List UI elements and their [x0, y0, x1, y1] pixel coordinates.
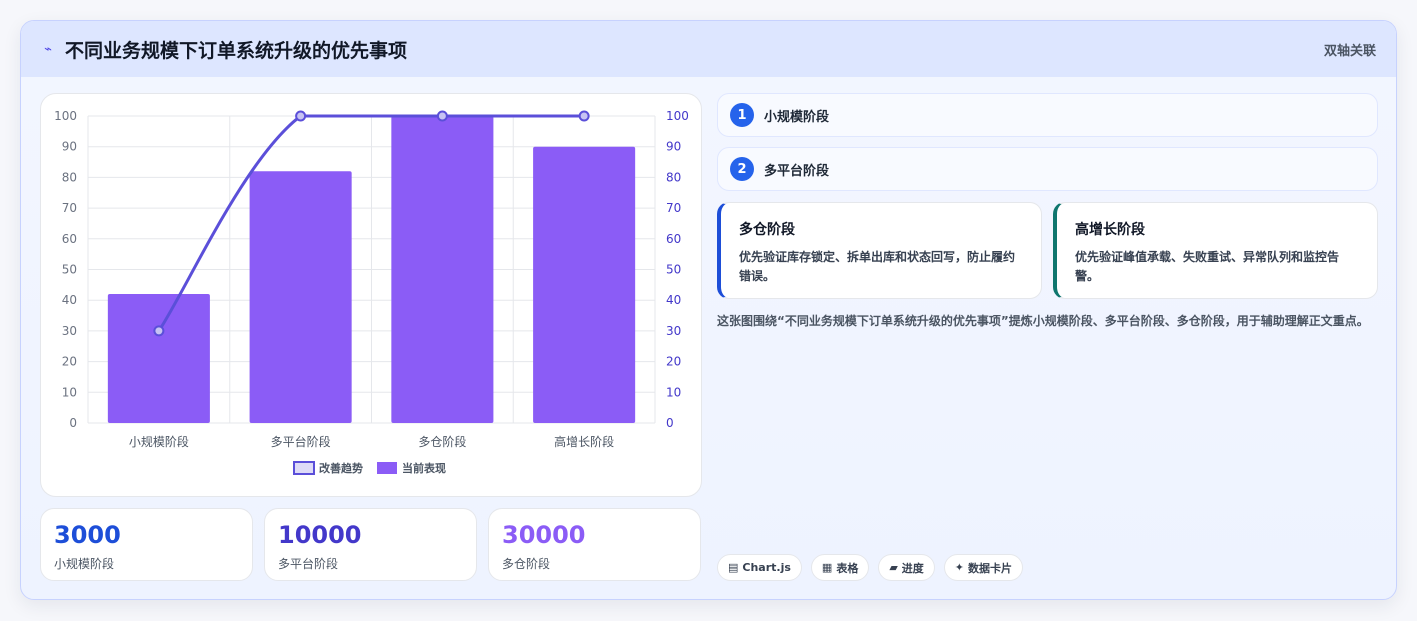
y-right-tick-label: 10 [666, 385, 681, 399]
bar [533, 146, 636, 423]
y-left-tick-label: 30 [62, 324, 77, 338]
y-right-tick-label: 30 [666, 324, 681, 338]
info-card-desc: 优先验证库存锁定、拆单出库和状态回写，防止履约错误。 [739, 250, 1016, 283]
stat-label: 多仓阶段 [502, 557, 551, 571]
y-right-tick-label: 70 [666, 201, 681, 215]
step-item-2[interactable]: 2 多平台阶段 [717, 147, 1378, 191]
chart-summary: 这张图围绕“不同业务规模下订单系统升级的优先事项”提炼小规模阶段、多平台阶段、多… [717, 314, 1369, 328]
stat-label: 多平台阶段 [278, 557, 339, 571]
step-number-badge: 2 [730, 157, 754, 181]
info-card-title: 高增长阶段 [1075, 222, 1145, 238]
y-left-tick-label: 10 [62, 385, 77, 399]
y-left-tick-label: 0 [69, 416, 77, 430]
x-tick-label: 多平台阶段 [271, 434, 331, 449]
step-number-badge: 1 [730, 103, 754, 127]
legend-swatch-trend [293, 461, 315, 475]
stat-card-small: 3000 小规模阶段 [40, 508, 253, 581]
stat-value: 30000 [502, 521, 586, 549]
y-left-tick-label: 40 [62, 293, 77, 307]
chart-container: 0 10 20 30 40 50 60 70 80 90 100 0 10 20 30 40 50 60 70 80 9… [40, 93, 702, 497]
info-card-multi-warehouse: 多仓阶段 优先验证库存锁定、拆单出库和状态回写，防止履约错误。 [717, 202, 1042, 299]
stat-card-multi-platform: 10000 多平台阶段 [264, 508, 477, 581]
step-label: 小规模阶段 [764, 109, 830, 125]
y-right-tick-label: 60 [666, 232, 681, 246]
trend-icon: ⌁ [44, 41, 52, 57]
legend-swatch-bar [377, 462, 397, 474]
x-tick-label: 高增长阶段 [554, 434, 614, 449]
y-left-tick-label: 20 [62, 355, 77, 369]
y-right-tick-label: 20 [666, 355, 681, 369]
pill-data-card[interactable]: ✦ 数据卡片 [943, 554, 1024, 581]
y-left-tick-label: 50 [62, 263, 77, 277]
pill-label: 数据卡片 [968, 561, 1013, 575]
y-right-tick-label: 50 [666, 263, 681, 277]
feature-pills: ▤ Chart.js ▦ 表格 ▰ 进度 ✦ 数据卡片 [717, 554, 1024, 581]
table-icon: ▦ [821, 561, 833, 574]
pill-label: 表格 [836, 561, 859, 575]
dual-axis-chart: 0 10 20 30 40 50 60 70 80 90 100 0 10 20 30 40 50 60 70 80 9… [54, 109, 689, 475]
y-right-tick-label: 90 [666, 140, 681, 154]
y-left-tick-label: 70 [62, 201, 77, 215]
page-title: 不同业务规模下订单系统升级的优先事项 [65, 39, 408, 62]
stat-label: 小规模阶段 [54, 557, 115, 571]
bar [107, 294, 210, 423]
y-right-tick-label: 80 [666, 170, 681, 184]
pill-table[interactable]: ▦ 表格 [810, 554, 870, 581]
step-item-1[interactable]: 1 小规模阶段 [717, 93, 1378, 137]
bar [249, 171, 352, 423]
y-left-tick-label: 60 [62, 232, 77, 246]
stat-value: 3000 [54, 521, 121, 549]
y-left-tick-label: 80 [62, 170, 77, 184]
stat-value: 10000 [278, 521, 362, 549]
info-card-high-growth: 高增长阶段 优先验证峰值承载、失败重试、异常队列和监控告警。 [1053, 202, 1378, 299]
chart-icon: ▤ [728, 561, 739, 574]
pill-chartjs[interactable]: ▤ Chart.js [717, 554, 802, 581]
info-card-title: 多仓阶段 [739, 222, 795, 238]
y-left-tick-label: 90 [62, 140, 77, 154]
pill-progress[interactable]: ▰ 进度 [878, 554, 935, 581]
stat-card-multi-warehouse: 30000 多仓阶段 [488, 508, 701, 581]
trend-point [295, 110, 307, 122]
info-card-desc: 优先验证峰值承载、失败重试、异常队列和监控告警。 [1075, 250, 1340, 283]
pill-label: 进度 [901, 561, 924, 575]
y-right-tick-label: 0 [666, 416, 674, 430]
chart-type-tag: 双轴关联 [1323, 43, 1376, 59]
progress-icon: ▰ [889, 561, 898, 574]
x-tick-label: 小规模阶段 [129, 434, 189, 449]
main-card: ⌁ 不同业务规模下订单系统升级的优先事项 双轴关联 0 10 20 30 40 50 60 7… [20, 20, 1397, 600]
card-header: ⌁ 不同业务规模下订单系统升级的优先事项 双轴关联 [21, 21, 1396, 77]
y-left-tick-label: 100 [54, 109, 77, 123]
bar [391, 116, 494, 423]
pill-label: Chart.js [742, 561, 791, 574]
legend-label: 改善趋势 [319, 461, 363, 475]
trend-point [153, 325, 165, 337]
y-right-tick-label: 100 [666, 109, 689, 123]
trend-point [436, 110, 448, 122]
legend-label: 当前表现 [402, 461, 446, 475]
x-tick-label: 多仓阶段 [418, 434, 466, 449]
trend-point [578, 110, 590, 122]
sparkle-icon: ✦ [954, 561, 965, 574]
step-label: 多平台阶段 [764, 163, 830, 179]
y-right-tick-label: 40 [666, 293, 681, 307]
